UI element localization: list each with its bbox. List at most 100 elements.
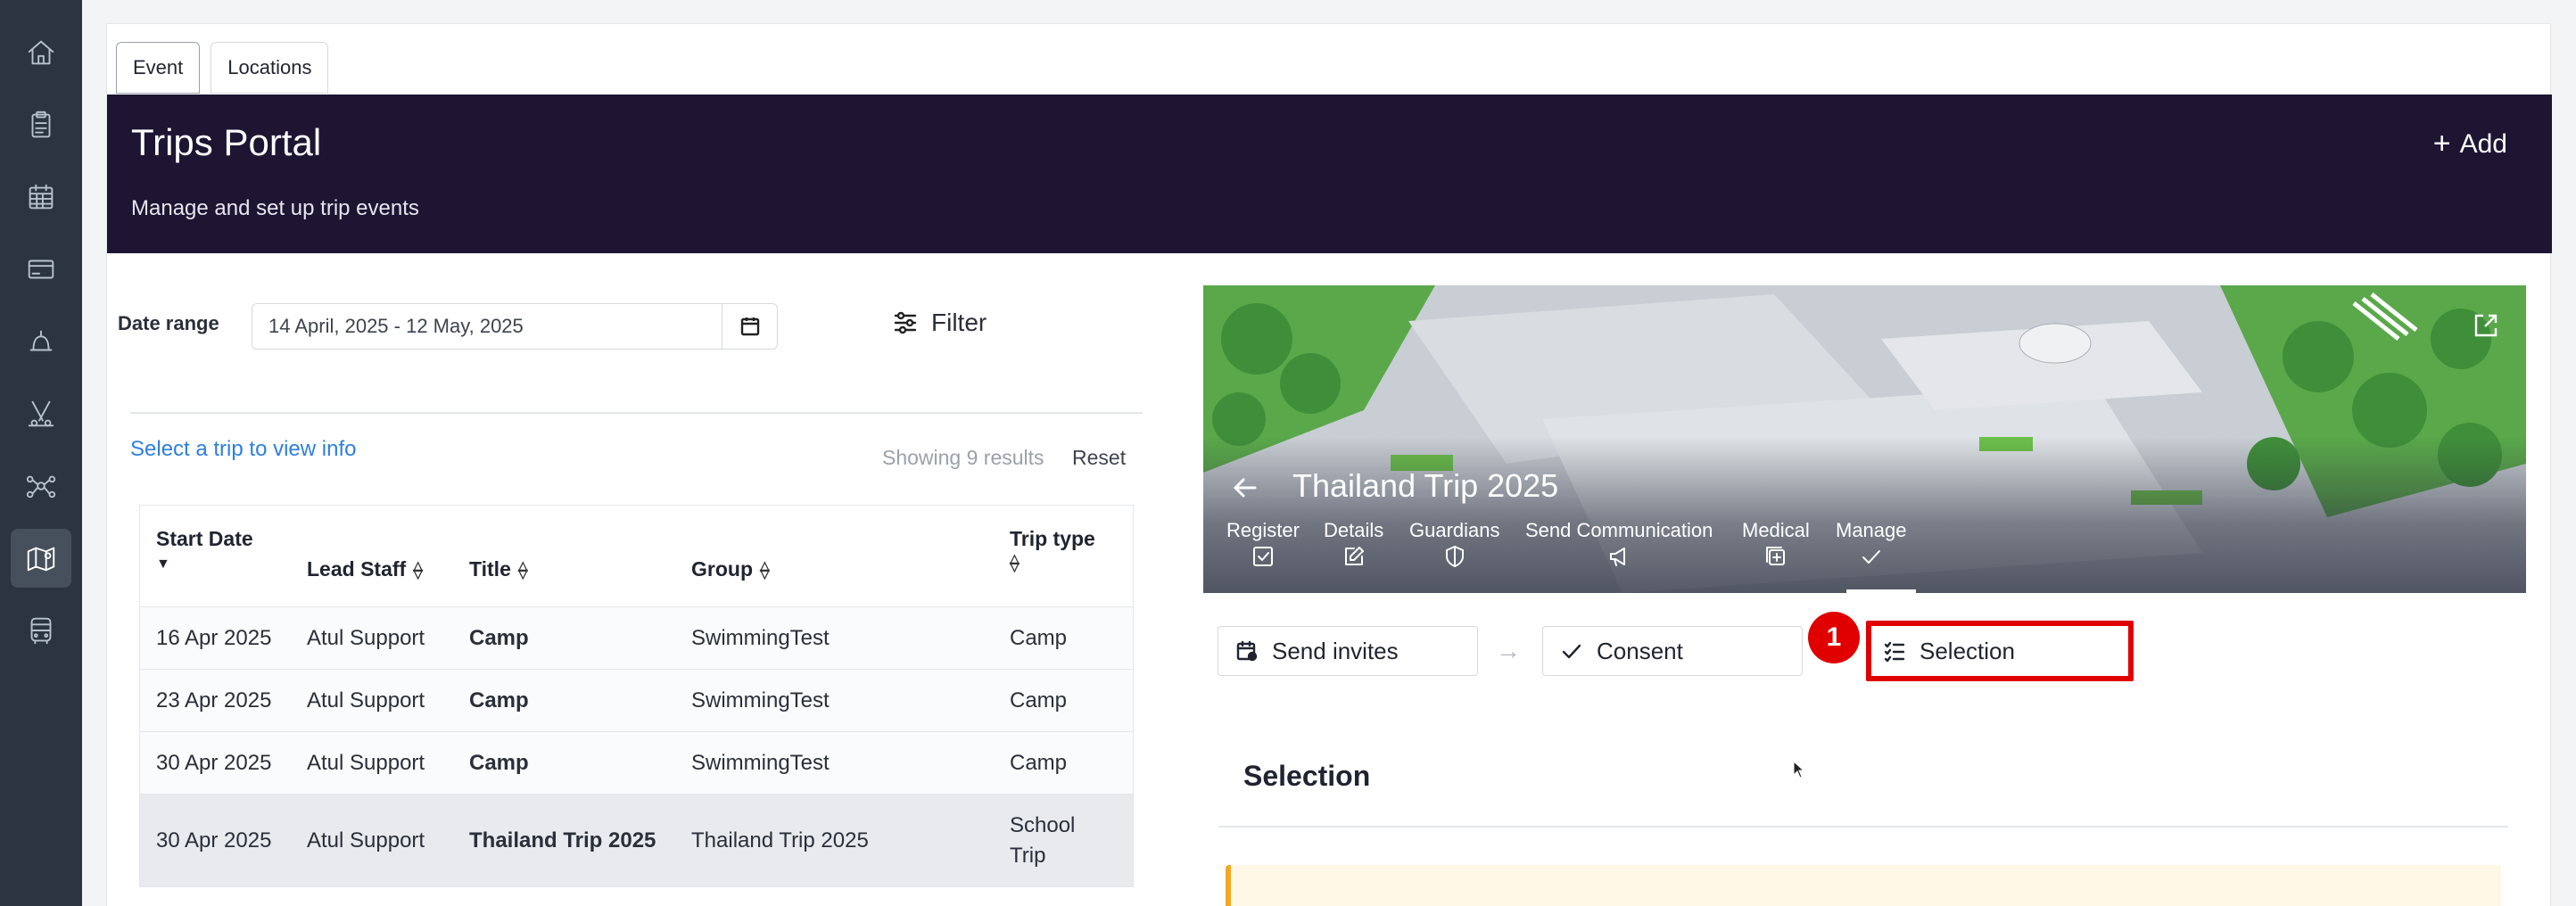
arrow-right-icon: → xyxy=(1496,637,1521,664)
cell-lead-staff: Atul Support xyxy=(307,625,425,650)
sidebar xyxy=(0,0,82,906)
cell-lead-staff: Atul Support xyxy=(307,828,425,852)
shield-icon xyxy=(1445,546,1464,567)
action-register[interactable]: Register xyxy=(1226,519,1300,569)
back-arrow-icon[interactable] xyxy=(1230,473,1260,503)
sidebar-item-notifications[interactable] xyxy=(11,312,71,371)
filter-button[interactable]: Filter xyxy=(892,309,987,337)
action-medical-label: Medical xyxy=(1742,519,1810,541)
step-consent-label: Consent xyxy=(1597,637,1683,664)
reset-button[interactable]: Reset xyxy=(1072,446,1126,470)
column-trip-type-label: Trip type xyxy=(1010,527,1095,550)
table-row-selected[interactable]: 30 Apr 2025 Atul Support Thailand Trip 2… xyxy=(140,795,1133,887)
select-trip-hint[interactable]: Select a trip to view info xyxy=(130,437,356,462)
table-row[interactable]: 30 Apr 2025 Atul Support Camp SwimmingTe… xyxy=(140,732,1133,795)
trips-table: Start Date ▼ Lead Staff △ ▽ Title △ ▽ Grou… xyxy=(139,505,1134,887)
action-details-label: Details xyxy=(1324,519,1384,541)
step-selection-label: Selection xyxy=(1920,637,2015,664)
tab-bar: Event Locations xyxy=(116,42,329,94)
section-title: Selection xyxy=(1243,760,1371,792)
column-lead-staff[interactable]: Lead Staff △ ▽ xyxy=(307,557,423,581)
column-start-date-label: Start Date xyxy=(156,527,253,550)
open-external-icon[interactable] xyxy=(2471,310,2501,341)
page-title: Trips Portal xyxy=(131,121,322,163)
bus-icon xyxy=(30,617,52,645)
calendar-icon xyxy=(29,184,54,210)
medical-icon xyxy=(1765,547,1785,565)
action-manage[interactable]: Manage xyxy=(1836,519,1907,569)
column-group-label: Group xyxy=(691,557,753,581)
sidebar-item-sports[interactable] xyxy=(11,384,71,443)
page-subtitle: Manage and set up trip events xyxy=(131,196,419,220)
checklist-icon xyxy=(1884,641,1905,663)
add-button[interactable]: + Add xyxy=(2433,127,2507,161)
column-group[interactable]: Group △ ▽ xyxy=(691,557,770,581)
table-row[interactable]: 16 Apr 2025 Atul Support Camp SwimmingTe… xyxy=(140,607,1133,670)
column-lead-staff-label: Lead Staff xyxy=(307,557,407,581)
step-send-invites[interactable]: Send invites xyxy=(1218,626,1478,676)
sort-icon: △ ▽ xyxy=(760,557,770,581)
sidebar-item-payments[interactable] xyxy=(11,240,71,299)
tab-event[interactable]: Event xyxy=(116,42,201,94)
sidebar-item-calendar[interactable] xyxy=(11,168,71,226)
card-icon xyxy=(28,259,54,279)
cell-trip-type: Camp xyxy=(1010,750,1068,775)
date-range-value[interactable]: 14 April, 2025 - 12 May, 2025 xyxy=(252,315,722,338)
check-icon xyxy=(1562,644,1581,659)
action-medical[interactable]: Medical xyxy=(1742,519,1810,569)
trip-hero-image: Thailand Trip 2025 Register Details Guar… xyxy=(1203,285,2526,593)
sort-icon: △ ▽ xyxy=(517,557,528,581)
cell-trip-type: School Trip xyxy=(1010,812,1076,868)
column-title[interactable]: Title △ ▽ xyxy=(469,557,528,581)
filter-label: Filter xyxy=(931,309,987,336)
sidebar-item-transport[interactable] xyxy=(11,601,71,660)
tab-locations[interactable]: Locations xyxy=(211,42,329,94)
home-icon xyxy=(28,40,54,65)
sidebar-item-home[interactable] xyxy=(11,23,71,82)
sliders-icon xyxy=(894,311,917,334)
sort-icon: △ ▽ xyxy=(413,557,423,581)
map-icon xyxy=(27,547,55,572)
cell-group: SwimmingTest xyxy=(691,688,830,712)
sidebar-item-network[interactable] xyxy=(11,457,71,515)
cell-start-date: 16 Apr 2025 xyxy=(156,625,272,650)
step-send-invites-label: Send invites xyxy=(1272,637,1399,664)
cell-title: Thailand Trip 2025 xyxy=(469,828,656,852)
step-selection[interactable]: Selection xyxy=(1866,621,2134,681)
plus-icon: + xyxy=(2432,127,2451,161)
network-icon xyxy=(26,475,56,498)
sidebar-item-tasks[interactable] xyxy=(11,95,71,154)
edit-icon xyxy=(1344,547,1364,565)
calendar-button[interactable] xyxy=(722,304,777,349)
cell-group: SwimmingTest xyxy=(691,625,830,650)
date-range-label: Date range xyxy=(118,312,219,334)
megaphone-icon xyxy=(1610,548,1626,566)
column-trip-type[interactable]: Trip type △ ▽ xyxy=(1010,527,1095,572)
checkbox-icon xyxy=(1252,547,1273,566)
sports-icon xyxy=(28,400,54,427)
step-consent[interactable]: Consent xyxy=(1542,626,1803,676)
cell-lead-staff: Atul Support xyxy=(307,688,425,712)
cell-title: Camp xyxy=(469,625,529,650)
column-start-date[interactable]: Start Date ▼ xyxy=(156,527,253,572)
calendar-icon xyxy=(740,317,759,336)
portal-banner: Trips Portal Manage and set up trip even… xyxy=(107,95,2552,253)
action-send-communication[interactable]: Send Communication xyxy=(1525,519,1713,569)
annotation-badge: 1 xyxy=(1808,612,1860,663)
cell-trip-type: Camp xyxy=(1010,688,1068,712)
warning-alert xyxy=(1226,865,2501,906)
divider xyxy=(130,412,1143,414)
hero-overlay xyxy=(1203,437,2526,593)
action-guardians-label: Guardians xyxy=(1409,519,1500,541)
action-details[interactable]: Details xyxy=(1324,519,1383,569)
action-manage-label: Manage xyxy=(1836,519,1907,541)
sidebar-item-trips[interactable] xyxy=(11,529,71,588)
check-icon xyxy=(1862,550,1880,564)
cell-group: SwimmingTest xyxy=(691,750,830,775)
trip-title: Thailand Trip 2025 xyxy=(1292,467,1559,504)
cell-group: Thailand Trip 2025 xyxy=(691,828,869,852)
results-count: Showing 9 results xyxy=(882,446,1044,469)
date-range-input[interactable]: 14 April, 2025 - 12 May, 2025 xyxy=(252,303,778,350)
action-guardians[interactable]: Guardians xyxy=(1409,519,1500,569)
table-row[interactable]: 23 Apr 2025 Atul Support Camp SwimmingTe… xyxy=(140,670,1133,732)
